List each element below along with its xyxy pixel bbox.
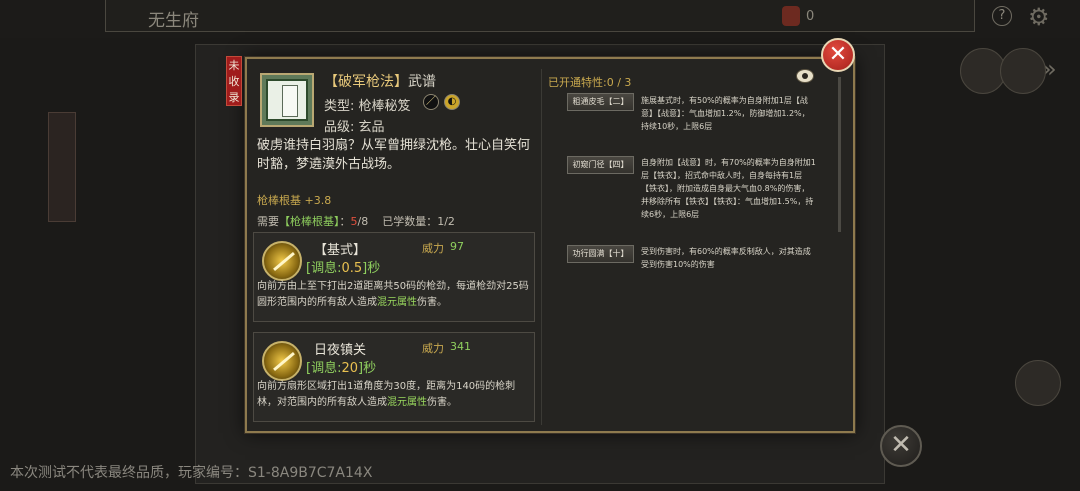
eye-icon[interactable] [796,69,814,83]
spear-skill-icon [262,341,302,381]
currency-count: 0 [806,9,815,24]
skill-slot[interactable] [1015,360,1061,406]
book-type: 类型: 枪棒秘笈 [324,99,411,114]
skill-name: 日夜镇关 [314,343,367,358]
column-divider [541,69,542,425]
trait-description-2: 自身附加【战意】时，有70%的概率为自身附加1层【铁衣】，招式命中敌人时，自身每… [641,158,816,219]
spear-skill-icon [262,241,302,281]
help-icon[interactable]: ? [992,6,1012,26]
skill-description: 向前方扇形区域打出1道角度为30度，距离为140码的枪刺林，对范围内的所有敌人造… [257,381,516,408]
book-grade: 品级: 玄品 [324,120,385,135]
spear-icon: ／ [423,94,439,110]
book-title: 【破军枪法】武谱 [324,74,436,90]
skill-power: 341 [450,340,471,353]
trait-button-1[interactable]: 粗通皮毛【二】 [567,93,634,111]
skill-name: 【基式】 [314,243,367,258]
trait-button-2[interactable]: 初窥门径【四】 [567,156,634,174]
scrollbar[interactable] [838,77,841,232]
skill-cooldown: [调息:20]秒 [306,361,377,376]
location-title: 无生府 [148,11,199,31]
quest-tab[interactable] [48,112,76,222]
book-icon [260,73,314,127]
skill-card-riye[interactable]: 日夜镇关 威力 341 [调息:20]秒 向前方扇形区域打出1道角度为30度，距… [253,332,535,422]
uncollected-badge: 未收录 [226,56,242,106]
trait-description-1: 施展基式时，有50%的概率为自身附加1层【战意】【战意】：气血增加1.2%，防御… [641,96,810,131]
skill-description: 向前方由上至下打出2道距离共50码的枪劲，每道枪劲对25码圆形范围内的所有敌人造… [257,281,529,308]
skill-power-label: 威力 [422,342,444,355]
watermark: 本次测试不代表最终品质，玩家编号：S1-8A9B7C7A14X [10,465,373,481]
avatar[interactable] [1000,48,1046,94]
skill-power-label: 威力 [422,242,444,255]
location-bar [105,0,975,32]
book-poem: 破虏谁持白羽扇？从军曾拥绿沈枪。壮心自笑何时豁，梦遶漠外古战场。 [257,138,531,172]
currency-icon [782,6,800,26]
element-icon: ◐ [444,94,460,110]
skill-cooldown: [调息:0.5]秒 [306,261,381,276]
traits-header: 已开通特性:0 / 3 [548,76,632,89]
base-stat: 枪棒根基 +3.8 [257,194,332,207]
close-icon[interactable]: ✕ [880,425,922,467]
gear-icon[interactable]: ⚙ [1028,3,1050,31]
skill-power: 97 [450,240,464,253]
trait-button-3[interactable]: 功行圆满【十】 [567,245,634,263]
skill-card-base[interactable]: 【基式】 威力 97 [调息:0.5]秒 向前方由上至下打出2道距离共50码的枪… [253,232,535,322]
close-button[interactable]: ✕ [821,38,855,72]
trait-description-3: 受到伤害时，有60%的概率反制敌人，对其造成受到伤害10%的伤害 [641,247,811,269]
requirement-line: 需要【枪棒根基】：5/8 已学数量：1/2 [257,215,455,228]
